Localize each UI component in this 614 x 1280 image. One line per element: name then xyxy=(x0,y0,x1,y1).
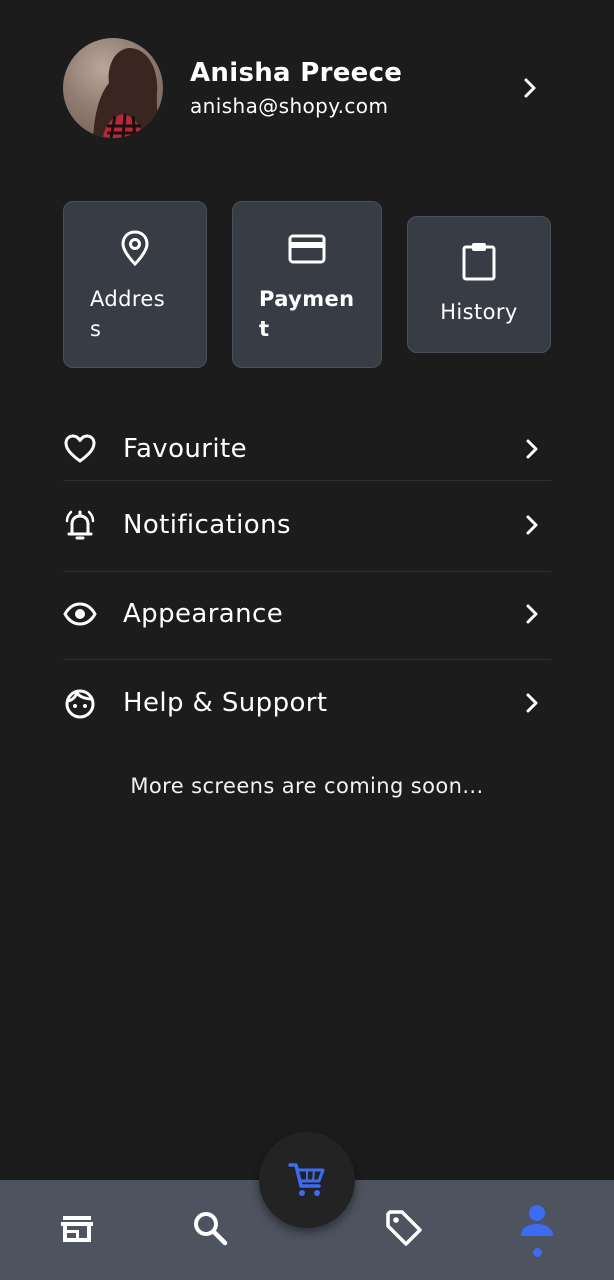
menu-item-favourite[interactable]: Favourite xyxy=(63,420,551,480)
menu-item-notifications[interactable]: Notifications xyxy=(63,496,551,556)
nav-search[interactable] xyxy=(190,1208,230,1248)
menu-item-appearance[interactable]: Appearance xyxy=(63,585,551,645)
history-card-label: History xyxy=(440,300,518,324)
tag-icon xyxy=(386,1210,422,1246)
store-icon xyxy=(61,1216,93,1242)
avatar xyxy=(63,38,163,138)
profile-name: Anisha Preece xyxy=(190,58,403,88)
chevron-right-icon[interactable] xyxy=(519,76,541,100)
menu-label-appearance: Appearance xyxy=(123,599,284,629)
nav-store[interactable] xyxy=(57,1208,97,1248)
chevron-right-icon xyxy=(526,604,538,624)
address-card[interactable]: Address xyxy=(63,201,207,368)
menu-label-favourite: Favourite xyxy=(123,434,247,464)
coming-soon-note: More screens are coming soon... xyxy=(130,774,484,798)
chevron-right-icon xyxy=(526,439,538,459)
support-face-icon xyxy=(65,689,95,719)
location-pin-icon xyxy=(121,230,149,266)
address-card-label: Address xyxy=(90,287,166,341)
payment-card[interactable]: Payment xyxy=(232,201,382,368)
divider xyxy=(63,659,551,660)
chevron-right-icon xyxy=(526,515,538,535)
profile-email: anisha@shopy.com xyxy=(190,94,389,118)
cart-icon xyxy=(288,1163,325,1196)
chevron-right-icon xyxy=(526,693,538,713)
cart-button[interactable] xyxy=(259,1132,355,1228)
divider xyxy=(63,571,551,572)
menu-label-help-support: Help & Support xyxy=(123,688,328,718)
payment-card-label: Payment xyxy=(259,287,355,341)
menu-label-notifications: Notifications xyxy=(123,510,291,540)
heart-icon xyxy=(64,434,96,463)
nav-profile[interactable] xyxy=(517,1202,557,1242)
menu-item-help-support[interactable]: Help & Support xyxy=(63,674,551,734)
nav-offers[interactable] xyxy=(384,1208,424,1248)
divider xyxy=(63,480,551,481)
profile-screen: Anisha Preece anisha@shopy.com Address P… xyxy=(0,0,614,1280)
profile-header[interactable]: Anisha Preece anisha@shopy.com xyxy=(63,38,551,138)
active-indicator-dot xyxy=(533,1248,542,1257)
credit-card-icon xyxy=(288,234,326,264)
person-icon xyxy=(521,1205,553,1236)
history-card[interactable]: History xyxy=(407,216,551,353)
bell-ringing-icon xyxy=(65,510,95,540)
search-icon xyxy=(194,1212,228,1246)
eye-icon xyxy=(63,602,97,626)
clipboard-icon xyxy=(462,243,496,281)
